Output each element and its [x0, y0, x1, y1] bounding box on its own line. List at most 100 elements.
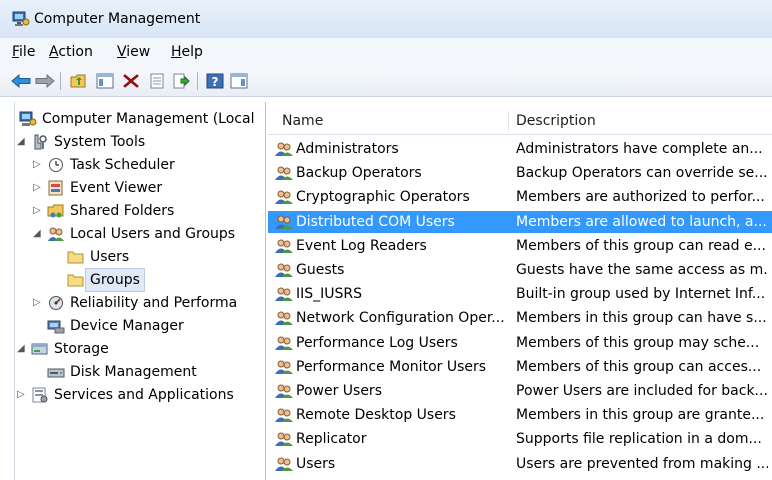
group-name: Distributed COM Users [296, 213, 455, 230]
group-icon [274, 262, 294, 278]
list-item[interactable]: Guests Guests have the same access as m..… [268, 259, 772, 281]
group-name: Users [296, 455, 336, 472]
column-header-name[interactable]: Name [274, 108, 512, 134]
show-hide-action-pane-button[interactable] [228, 71, 250, 91]
tree-expanded-arrow-icon[interactable]: ◢ [17, 338, 29, 360]
console-tree: Computer Management (Local ◢ System Tools ▷… [14, 102, 266, 480]
list-item[interactable]: Performance Monitor Users Members of this… [268, 356, 772, 378]
tree-collapsed-arrow-icon[interactable]: ▷ [33, 200, 45, 222]
group-name: Power Users [296, 383, 382, 399]
list-item[interactable]: Backup Operators Backup Operators can ove… [268, 162, 772, 184]
group-icon [274, 214, 294, 230]
list-header: Name Description [268, 108, 772, 135]
menu-bar: File Action View Help [0, 38, 772, 66]
group-name: Guests [296, 262, 345, 278]
menu-file[interactable]: File [12, 44, 35, 60]
menu-action[interactable]: Action [49, 44, 93, 60]
group-description: Members are allowed to launch, a... [516, 213, 767, 230]
toolbar: ? [0, 66, 772, 97]
group-description: Power Users are included for back... [516, 383, 768, 399]
window-title: Computer Management [34, 11, 201, 27]
back-button[interactable] [10, 71, 32, 91]
clock-icon [47, 157, 65, 173]
system-tools-icon [31, 134, 49, 150]
group-name: Administrators [296, 141, 399, 157]
menu-view[interactable]: View [117, 44, 150, 60]
list-item[interactable]: Users Users are prevented from making ... [268, 453, 772, 475]
group-icon [274, 310, 294, 326]
column-header-description[interactable]: Description [508, 108, 772, 134]
menu-help[interactable]: Help [171, 44, 203, 60]
group-icon [274, 456, 294, 472]
group-description: Users are prevented from making ... [516, 455, 768, 472]
properties-button[interactable] [146, 71, 168, 91]
tree-item-label: Computer Management (Local [42, 111, 255, 127]
performance-icon [47, 295, 65, 311]
tree-item-label: Device Manager [70, 318, 184, 334]
group-name: Performance Monitor Users [296, 358, 487, 375]
tree-collapsed-arrow-icon[interactable]: ▷ [33, 154, 45, 176]
tree-item-label: Task Scheduler [70, 157, 175, 173]
list-item[interactable]: Event Log Readers Members of this group c… [268, 235, 772, 257]
tree-expanded-arrow-icon[interactable]: ◢ [33, 223, 45, 245]
tree-item-label: Groups [85, 268, 145, 292]
list-item[interactable]: Power Users Power Users are included for … [268, 380, 772, 402]
group-icon [274, 335, 294, 351]
computer-management-icon [19, 111, 37, 127]
group-name: IIS_IUSRS [296, 286, 363, 303]
group-description: Members are authorized to perfor... [516, 189, 765, 206]
group-description: Members of this group may sche... [516, 334, 760, 351]
group-name: Cryptographic Operators [296, 189, 470, 206]
group-description: Backup Operators can override se... [516, 165, 768, 182]
groups-list: Name Description Administrators Administr… [268, 102, 772, 480]
group-icon [274, 141, 294, 157]
tree-item-label: Services and Applications [54, 387, 234, 403]
list-item[interactable]: Performance Log Users Members of this gro… [268, 332, 772, 354]
properties-icon [150, 73, 164, 89]
device-manager-icon [47, 318, 65, 334]
tree-item-label: Reliability and Performa [70, 295, 238, 311]
services-icon [31, 387, 49, 403]
tree-item-label: Storage [54, 341, 109, 357]
group-description: Members of this group can read e... [516, 237, 766, 254]
up-folder-button[interactable] [68, 71, 90, 91]
group-icon [274, 189, 294, 205]
group-icon [274, 165, 294, 181]
event-viewer-icon [47, 180, 65, 196]
export-list-button[interactable] [170, 71, 192, 91]
title-bar: Computer Management [0, 0, 772, 39]
tree-item-label: Local Users and Groups [70, 226, 236, 242]
group-name: Network Configuration Oper... [296, 310, 505, 327]
tree-expanded-arrow-icon[interactable]: ◢ [17, 131, 29, 153]
tree-item-label: Disk Management [70, 364, 197, 380]
back-icon [11, 74, 31, 88]
tree-collapsed-arrow-icon[interactable]: ▷ [33, 292, 45, 314]
list-item[interactable]: Cryptographic Operators Members are autho… [268, 186, 772, 208]
tree-collapsed-arrow-icon[interactable]: ▷ [17, 384, 29, 406]
tree-collapsed-arrow-icon[interactable]: ▷ [33, 177, 45, 199]
tree-item-label: Event Viewer [70, 180, 163, 196]
help-button[interactable]: ? [204, 71, 226, 91]
list-item[interactable]: Replicator Supports file replication in a… [268, 428, 772, 450]
folder-icon [67, 249, 85, 265]
list-item[interactable]: Administrators Administrators have comple… [268, 138, 772, 160]
users-groups-icon [47, 226, 65, 242]
export-list-icon [173, 73, 190, 89]
delete-button[interactable] [120, 71, 142, 91]
toolbar-separator [60, 72, 61, 90]
forward-icon [35, 74, 55, 88]
group-name: Event Log Readers [296, 237, 427, 254]
show-hide-action-pane-icon [230, 73, 248, 89]
computer-management-window: Computer Management File Action View Hel… [0, 0, 772, 480]
show-hide-console-tree-button[interactable] [94, 71, 116, 91]
group-name: Performance Log Users [296, 334, 458, 351]
show-hide-console-tree-icon [96, 73, 114, 89]
list-item[interactable]: Network Configuration Oper... Members in … [268, 307, 772, 329]
list-item[interactable]: IIS_IUSRS Built-in group used by Internet… [268, 283, 772, 305]
storage-icon [31, 341, 49, 357]
forward-button[interactable] [34, 71, 56, 91]
list-item[interactable]: Distributed COM Users Members are allowed… [268, 210, 772, 233]
list-item[interactable]: Remote Desktop Users Members in this grou… [268, 404, 772, 426]
tree-item-label: Shared Folders [70, 203, 175, 219]
group-icon [274, 238, 294, 254]
